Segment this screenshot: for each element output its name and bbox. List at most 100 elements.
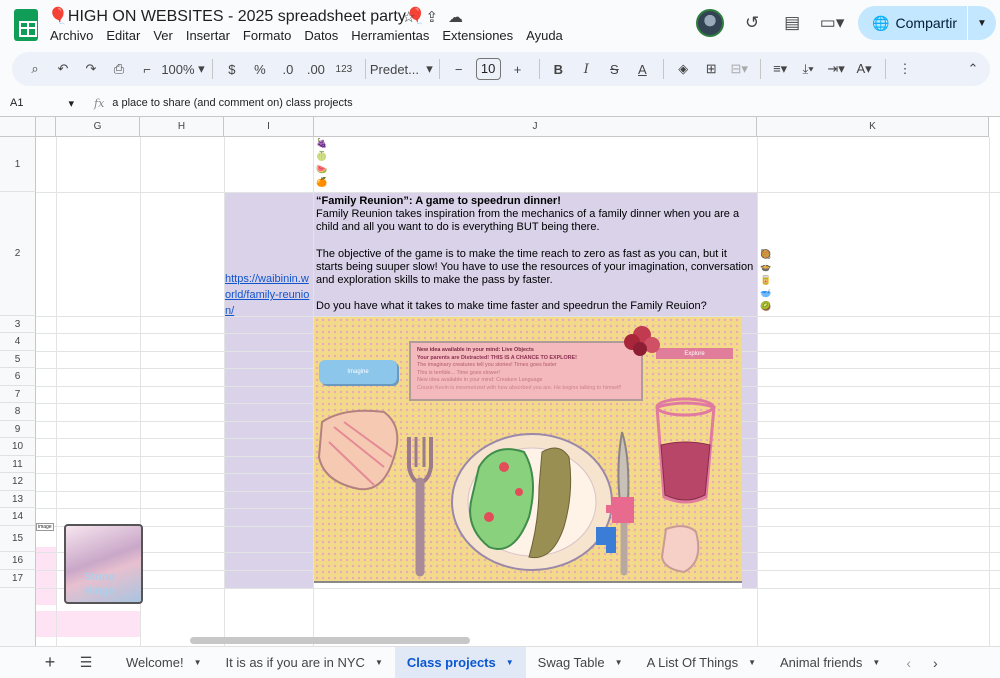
comments-icon[interactable]: ▤ <box>778 9 806 37</box>
plate-icon <box>451 433 613 571</box>
history-icon[interactable]: ↺ <box>738 9 766 37</box>
sheet-grid[interactable]: G H I J K 1 2 3 4 5 6 7 8 9 10 11 12 13 … <box>0 116 1000 646</box>
row-header[interactable]: 2 <box>0 192 36 316</box>
text-rotation-icon[interactable]: A▾ <box>853 57 875 81</box>
italic-icon[interactable]: I <box>575 57 597 81</box>
row-header[interactable]: 14 <box>0 508 36 526</box>
increase-decimal-button[interactable]: .00 <box>305 57 327 81</box>
chevron-left-icon[interactable]: ‹ <box>906 655 911 671</box>
bold-icon[interactable]: B <box>547 57 569 81</box>
row-header[interactable]: 7 <box>0 386 36 403</box>
row-header[interactable]: 11 <box>0 456 36 473</box>
menu-file[interactable]: Archivo <box>50 28 93 43</box>
column-header-hidden[interactable] <box>36 117 56 137</box>
stone-hinge-image[interactable]: Stone Hinge <box>64 524 143 604</box>
sheets-logo-icon[interactable] <box>14 9 38 41</box>
column-header-g[interactable]: G <box>56 117 140 137</box>
currency-button[interactable]: $ <box>221 57 243 81</box>
row-header[interactable]: 13 <box>0 491 36 508</box>
menu-tools[interactable]: Herramientas <box>351 28 429 43</box>
cell-j1-emojis: 🍇 🍈 🍉 🍊 <box>316 138 328 187</box>
font-select[interactable]: Predet... ▾ <box>370 57 433 81</box>
borders-icon[interactable]: ⊞ <box>700 57 722 81</box>
menu-edit[interactable]: Editar <box>106 28 140 43</box>
tab-list-of-things[interactable]: A List Of Things ▼ <box>635 647 768 678</box>
fill-color-icon[interactable]: ◈ <box>672 57 694 81</box>
share-button[interactable]: 🌐 Compartir <box>858 6 967 40</box>
menu-view[interactable]: Ver <box>153 28 173 43</box>
row-header[interactable]: 8 <box>0 403 36 421</box>
row-header[interactable]: 12 <box>0 473 36 491</box>
tab-animal-friends[interactable]: Animal friends ▼ <box>768 647 892 678</box>
text-wrap-icon[interactable]: ⇥▾ <box>825 57 847 81</box>
font-size-input[interactable]: 10 <box>475 58 501 80</box>
row-header[interactable]: 17 <box>0 570 36 588</box>
chevron-right-icon[interactable]: › <box>933 655 938 671</box>
menu-extensions[interactable]: Extensiones <box>442 28 513 43</box>
vertical-align-icon[interactable]: ⤓▾ <box>797 57 819 81</box>
strikethrough-icon[interactable]: S <box>603 57 625 81</box>
menu-insert[interactable]: Insertar <box>186 28 230 43</box>
image-label: image <box>36 523 54 531</box>
paint-format-icon[interactable]: ⌐ <box>136 57 158 81</box>
column-header-k[interactable]: K <box>757 117 989 137</box>
row-header[interactable]: 3 <box>0 316 36 333</box>
column-header-i[interactable]: I <box>224 117 314 137</box>
percent-button[interactable]: % <box>249 57 271 81</box>
add-sheet-button[interactable]: + <box>40 652 60 673</box>
align-icon[interactable]: ≡▾ <box>769 57 791 81</box>
star-icon[interactable]: ☆ <box>402 8 415 26</box>
row-header[interactable]: 16 <box>0 552 36 570</box>
function-icon: fx <box>94 96 105 110</box>
tab-class-projects[interactable]: Class projects ▼ <box>394 646 526 678</box>
formula-input[interactable]: a place to share (and comment on) class … <box>112 97 352 109</box>
toolbar-divider <box>885 59 886 79</box>
document-title[interactable]: 🎈HIGH ON WEBSITES - 2025 spreadsheet par… <box>48 6 426 26</box>
tab-welcome[interactable]: Welcome! ▼ <box>114 647 213 678</box>
column-header-j[interactable]: J <box>314 117 757 137</box>
grid-line <box>36 192 1000 193</box>
row-header[interactable]: 1 <box>0 137 36 192</box>
napkin-icon <box>317 409 399 491</box>
row-header[interactable]: 9 <box>0 421 36 438</box>
search-icon[interactable]: ⌕ <box>24 57 46 81</box>
font-size-decrease-button[interactable]: − <box>448 57 470 81</box>
cell-k2-emojis: 🥘 🍲 🥫 🥣 🥝 <box>760 249 772 311</box>
name-box[interactable]: A1 ▾ <box>0 97 80 110</box>
row-header[interactable]: 6 <box>0 368 36 386</box>
print-icon[interactable]: ⎙ <box>108 57 130 81</box>
row-header[interactable]: 5 <box>0 351 36 368</box>
toolbar: ⌕ ↶ ↷ ⎙ ⌐ 100% ▾ $ % .0 .00 123 Predet..… <box>12 52 990 86</box>
row-header[interactable]: 4 <box>0 333 36 351</box>
redo-icon[interactable]: ↷ <box>80 57 102 81</box>
tab-swag-table[interactable]: Swag Table ▼ <box>526 647 635 678</box>
cloud-status-icon[interactable]: ☁ <box>448 8 463 26</box>
tab-nyc[interactable]: It is as if you are in NYC ▼ <box>213 647 394 678</box>
merge-cells-icon[interactable]: ⊟▾ <box>728 57 750 81</box>
undo-icon[interactable]: ↶ <box>52 57 74 81</box>
menu-data[interactable]: Datos <box>304 28 338 43</box>
collapse-menu-icon[interactable]: ⌃ <box>962 57 984 81</box>
meet-icon[interactable]: ▭▾ <box>818 9 846 37</box>
row-header[interactable]: 15 <box>0 526 36 552</box>
select-all-corner[interactable] <box>0 117 36 137</box>
more-icon[interactable]: ⋮ <box>894 57 916 81</box>
number-format-button[interactable]: 123 <box>333 57 355 81</box>
chevron-down-icon: ▾ <box>68 97 74 110</box>
column-header-h[interactable]: H <box>140 117 224 137</box>
horizontal-scrollbar[interactable] <box>190 637 470 644</box>
chevron-down-icon: ▼ <box>872 658 881 667</box>
row-header[interactable]: 10 <box>0 438 36 456</box>
cell-i2-link[interactable]: https://waibinin.world/family-reunion/ <box>225 271 310 319</box>
avatar[interactable] <box>696 9 725 37</box>
decrease-decimal-button[interactable]: .0 <box>277 57 299 81</box>
move-icon[interactable]: ⇪ <box>425 8 438 26</box>
zoom-select[interactable]: 100% ▾ <box>161 57 204 81</box>
menu-format[interactable]: Formato <box>243 28 291 43</box>
text-color-icon[interactable]: A <box>631 57 653 81</box>
font-size-increase-button[interactable]: + <box>507 57 529 81</box>
share-dropdown-button[interactable]: ▼ <box>968 6 996 40</box>
all-sheets-icon[interactable]: ☰ <box>76 654 96 671</box>
menu-help[interactable]: Ayuda <box>526 28 563 43</box>
